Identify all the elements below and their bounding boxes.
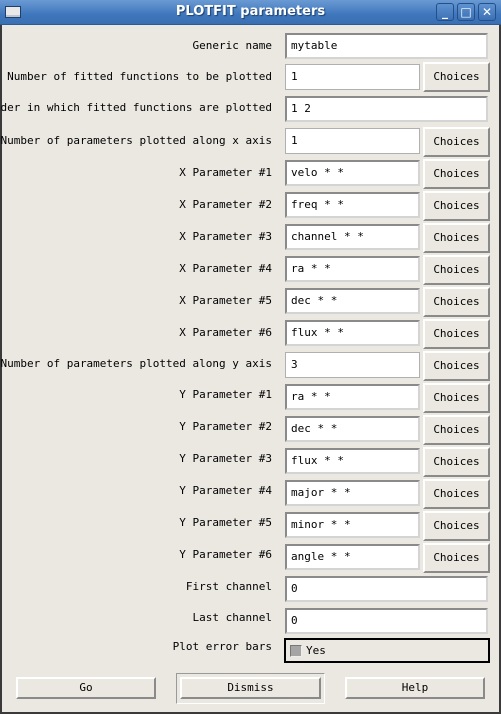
y-param-3-label: Y Parameter #3 [179, 452, 272, 465]
y-param-6-choices-button[interactable]: Choices [423, 543, 490, 573]
num-functions-choices-button[interactable]: Choices [423, 62, 490, 92]
num-y-label: Number of parameters plotted along y axi… [0, 357, 272, 370]
x-param-2-input[interactable]: freq * * [285, 192, 420, 218]
dismiss-button[interactable]: Dismiss [180, 677, 321, 699]
x-param-5-input[interactable]: dec * * [285, 288, 420, 314]
y-param-6-input[interactable]: angle * * [285, 544, 420, 570]
x-param-2-label: X Parameter #2 [179, 198, 272, 211]
x-param-1-input[interactable]: velo * * [285, 160, 420, 186]
x-param-6-label: X Parameter #6 [179, 326, 272, 339]
error-bars-group: Yes [284, 638, 490, 663]
x-param-6-input[interactable]: flux * * [285, 320, 420, 346]
y-param-1-choices-button[interactable]: Choices [423, 383, 490, 413]
generic-name-input[interactable]: mytable [285, 33, 488, 59]
x-param-3-input[interactable]: channel * * [285, 224, 420, 250]
maximize-button[interactable]: □ [457, 3, 475, 21]
num-y-choices-button[interactable]: Choices [423, 351, 490, 381]
num-x-label: Number of parameters plotted along x axi… [0, 134, 272, 147]
x-param-1-label: X Parameter #1 [179, 166, 272, 179]
y-param-4-choices-button[interactable]: Choices [423, 479, 490, 509]
y-param-5-input[interactable]: minor * * [285, 512, 420, 538]
maximize-icon: □ [460, 5, 472, 19]
x-param-5-choices-button[interactable]: Choices [423, 287, 490, 317]
first-channel-input[interactable]: 0 [285, 576, 488, 602]
y-param-5-label: Y Parameter #5 [179, 516, 272, 529]
num-functions-input[interactable]: 1 [285, 64, 420, 90]
y-param-5-choices-button[interactable]: Choices [423, 511, 490, 541]
error-bars-checkbox[interactable] [290, 645, 302, 657]
error-bars-option-label[interactable]: Yes [306, 644, 326, 657]
y-param-2-input[interactable]: dec * * [285, 416, 420, 442]
title-bar[interactable]: PLOTFIT parameters _ □ ✕ [0, 0, 501, 25]
x-param-4-choices-button[interactable]: Choices [423, 255, 490, 285]
x-param-2-choices-button[interactable]: Choices [423, 191, 490, 221]
num-x-choices-button[interactable]: Choices [423, 127, 490, 157]
window-title: PLOTFIT parameters [175, 4, 326, 19]
num-y-input[interactable]: 3 [285, 352, 420, 378]
y-param-1-input[interactable]: ra * * [285, 384, 420, 410]
num-x-input[interactable]: 1 [285, 128, 420, 154]
x-param-1-choices-button[interactable]: Choices [423, 159, 490, 189]
y-param-3-input[interactable]: flux * * [285, 448, 420, 474]
x-param-4-input[interactable]: ra * * [285, 256, 420, 282]
y-param-6-label: Y Parameter #6 [179, 548, 272, 561]
x-param-6-choices-button[interactable]: Choices [423, 319, 490, 349]
y-param-2-choices-button[interactable]: Choices [423, 415, 490, 445]
x-param-3-choices-button[interactable]: Choices [423, 223, 490, 253]
x-param-5-label: X Parameter #5 [179, 294, 272, 307]
x-param-3-label: X Parameter #3 [179, 230, 272, 243]
order-label: Order in which fitted functions are plot… [0, 101, 272, 114]
order-input[interactable]: 1 2 [285, 96, 488, 122]
y-param-3-choices-button[interactable]: Choices [423, 447, 490, 477]
close-button[interactable]: ✕ [478, 3, 496, 21]
last-channel-label: Last channel [192, 611, 272, 624]
help-button[interactable]: Help [345, 677, 485, 699]
first-channel-label: First channel [185, 580, 272, 593]
y-param-1-label: Y Parameter #1 [179, 388, 272, 401]
minimize-icon: _ [442, 5, 448, 19]
close-icon: ✕ [481, 5, 493, 19]
y-param-2-label: Y Parameter #2 [179, 420, 272, 433]
num-functions-label: Number of fitted functions to be plotted [7, 70, 272, 83]
last-channel-input[interactable]: 0 [285, 608, 488, 634]
x-param-4-label: X Parameter #4 [179, 262, 272, 275]
y-param-4-label: Y Parameter #4 [179, 484, 272, 497]
y-param-4-input[interactable]: major * * [285, 480, 420, 506]
generic-name-label: Generic name [192, 39, 272, 52]
minimize-button[interactable]: _ [436, 3, 454, 21]
error-bars-label: Plot error bars [172, 640, 272, 653]
go-button[interactable]: Go [16, 677, 156, 699]
